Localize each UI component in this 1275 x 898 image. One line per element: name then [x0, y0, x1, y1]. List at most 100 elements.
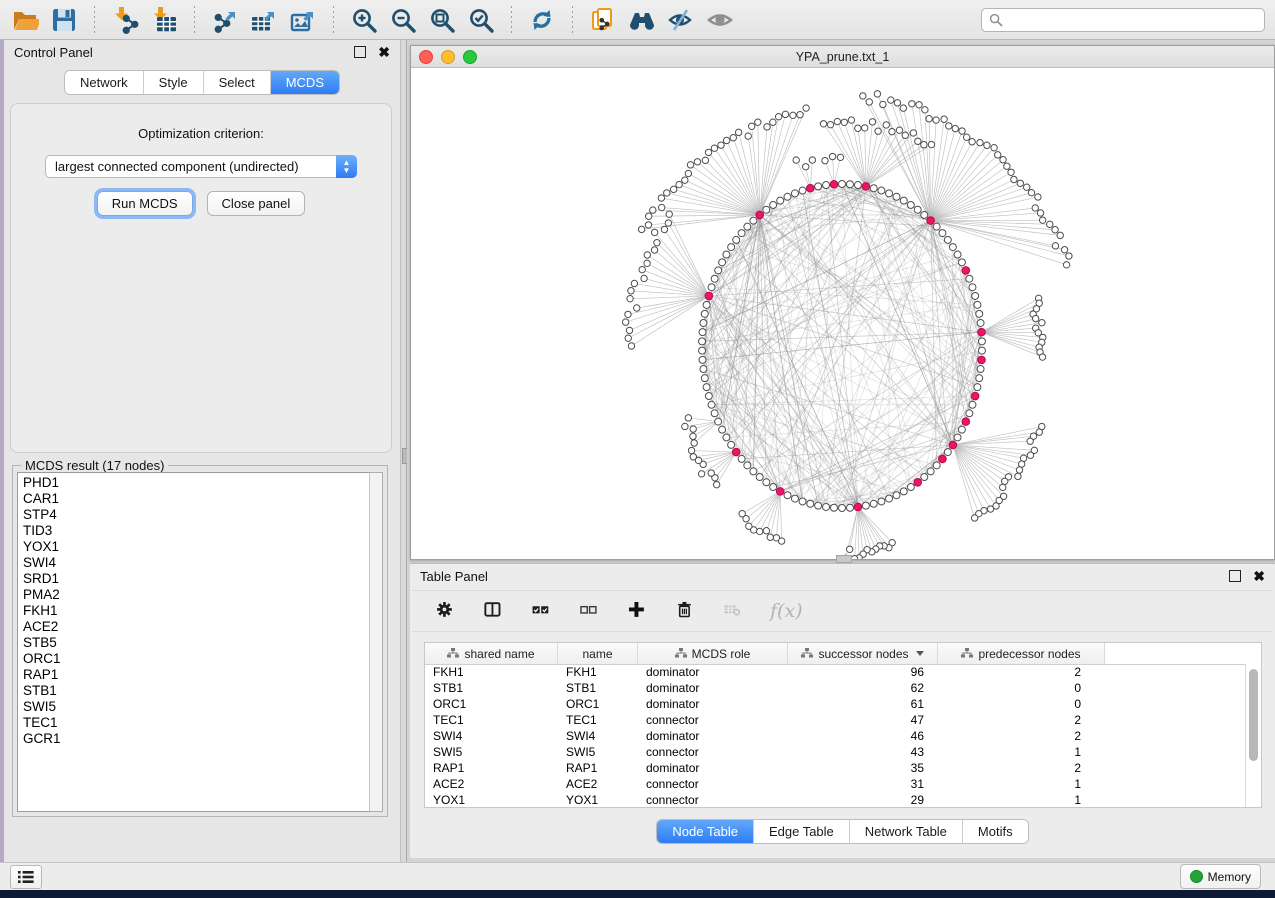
graph-leaf-node[interactable]: [1061, 247, 1067, 253]
import-table-icon[interactable]: [149, 5, 179, 35]
mcds-result-node[interactable]: ACE2: [23, 619, 370, 635]
graph-ring-node[interactable]: [708, 284, 715, 291]
graph-leaf-node[interactable]: [1000, 157, 1006, 163]
graph-leaf-node[interactable]: [928, 141, 934, 147]
graph-leaf-node[interactable]: [628, 288, 634, 294]
graph-leaf-node[interactable]: [638, 226, 644, 232]
graph-leaf-node[interactable]: [793, 157, 799, 163]
graph-ring-node[interactable]: [949, 244, 956, 251]
minimize-traffic-light-icon[interactable]: [441, 50, 455, 64]
graph-leaf-node[interactable]: [1035, 194, 1041, 200]
graph-ring-node[interactable]: [974, 301, 981, 308]
graph-ring-node[interactable]: [703, 384, 710, 391]
graph-leaf-node[interactable]: [651, 247, 657, 253]
graph-leaf-node[interactable]: [755, 119, 761, 125]
graph-ring-node[interactable]: [886, 495, 893, 502]
graph-leaf-node[interactable]: [916, 102, 922, 108]
graph-ring-node[interactable]: [763, 479, 770, 486]
graph-leaf-node[interactable]: [1047, 221, 1053, 227]
graph-ring-node[interactable]: [976, 310, 983, 317]
graph-leaf-node[interactable]: [1008, 169, 1014, 175]
graph-leaf-node[interactable]: [1000, 484, 1006, 490]
graph-leaf-node[interactable]: [874, 91, 880, 97]
hide-graphics-details-icon[interactable]: [666, 5, 696, 35]
graph-leaf-node[interactable]: [687, 162, 693, 168]
graph-leaf-node[interactable]: [658, 195, 664, 201]
graph-ring-node[interactable]: [978, 347, 985, 354]
graph-ring-node[interactable]: [893, 492, 900, 499]
graph-leaf-node[interactable]: [625, 311, 631, 317]
graph-ring-node[interactable]: [699, 329, 706, 336]
graph-leaf-node[interactable]: [848, 117, 854, 123]
graph-ring-node[interactable]: [744, 223, 751, 230]
graph-ring-node[interactable]: [846, 504, 853, 511]
graph-ring-node[interactable]: [921, 211, 928, 218]
graph-leaf-node[interactable]: [763, 528, 769, 534]
graph-leaf-node[interactable]: [698, 471, 704, 477]
graph-ring-node[interactable]: [823, 503, 830, 510]
zoom-in-icon[interactable]: [349, 5, 379, 35]
graph-ring-node[interactable]: [862, 502, 869, 509]
graph-ring-node[interactable]: [944, 449, 951, 456]
tab-mcds[interactable]: MCDS: [270, 71, 339, 94]
mcds-result-node[interactable]: SWI4: [23, 555, 370, 571]
graph-ring-node[interactable]: [907, 484, 914, 491]
graph-leaf-node[interactable]: [834, 118, 840, 124]
graph-ring-node[interactable]: [921, 474, 928, 481]
graph-leaf-node[interactable]: [650, 207, 656, 213]
table-row[interactable]: ACE2 ACE2 connector 31 1: [425, 776, 1246, 792]
graph-ring-node[interactable]: [699, 347, 706, 354]
column-header-shared-name[interactable]: shared name: [425, 643, 558, 664]
graph-leaf-node[interactable]: [690, 454, 696, 460]
graph-leaf-node[interactable]: [661, 226, 667, 232]
graph-leaf-node[interactable]: [1016, 467, 1022, 473]
graph-leaf-node[interactable]: [888, 97, 894, 103]
graph-leaf-node[interactable]: [1032, 315, 1038, 321]
graph-ring-node[interactable]: [886, 190, 893, 197]
graph-leaf-node[interactable]: [971, 515, 977, 521]
export-image-icon[interactable]: [288, 5, 318, 35]
table-row[interactable]: SWI4 SWI4 dominator 46 2: [425, 728, 1246, 744]
graph-leaf-node[interactable]: [1027, 452, 1033, 458]
mcds-result-node[interactable]: TEC1: [23, 715, 370, 731]
graph-ring-node[interactable]: [715, 267, 722, 274]
graph-mcds-node[interactable]: [927, 217, 935, 225]
graph-leaf-node[interactable]: [1015, 473, 1021, 479]
graph-leaf-node[interactable]: [631, 280, 637, 286]
graph-leaf-node[interactable]: [837, 154, 843, 160]
graph-ring-node[interactable]: [744, 462, 751, 469]
mcds-result-node[interactable]: GCR1: [23, 731, 370, 747]
close-table-panel-icon[interactable]: ✖: [1253, 571, 1265, 581]
float-table-panel-icon[interactable]: [1229, 570, 1241, 582]
show-graphics-eye-icon[interactable]: [705, 5, 735, 35]
graph-leaf-node[interactable]: [1037, 210, 1043, 216]
graph-ring-node[interactable]: [831, 504, 838, 511]
graph-ring-node[interactable]: [705, 393, 712, 400]
save-session-icon[interactable]: [49, 5, 79, 35]
column-header-name[interactable]: name: [558, 643, 638, 664]
graph-leaf-node[interactable]: [994, 152, 1000, 158]
graph-leaf-node[interactable]: [702, 157, 708, 163]
graph-ring-node[interactable]: [978, 338, 985, 345]
graph-leaf-node[interactable]: [1063, 262, 1069, 268]
float-window-icon[interactable]: [354, 46, 366, 58]
graph-leaf-node[interactable]: [1052, 243, 1058, 249]
table-row[interactable]: SWI5 SWI5 connector 43 1: [425, 744, 1246, 760]
tab-network[interactable]: Network: [65, 71, 143, 94]
graph-ring-node[interactable]: [969, 284, 976, 291]
graph-mcds-node[interactable]: [962, 418, 970, 426]
zoom-selected-icon[interactable]: [466, 5, 496, 35]
table-row[interactable]: ORC1 ORC1 dominator 61 0: [425, 696, 1246, 712]
graph-mcds-node[interactable]: [854, 503, 862, 511]
graph-leaf-node[interactable]: [645, 213, 651, 219]
graph-leaf-node[interactable]: [685, 415, 691, 421]
graph-ring-node[interactable]: [870, 500, 877, 507]
graph-leaf-node[interactable]: [1024, 184, 1030, 190]
tab-style[interactable]: Style: [143, 71, 203, 94]
graph-ring-node[interactable]: [977, 319, 984, 326]
tab-select[interactable]: Select: [203, 71, 270, 94]
mcds-result-node[interactable]: ORC1: [23, 651, 370, 667]
graph-mcds-node[interactable]: [914, 478, 922, 486]
graph-leaf-node[interactable]: [1052, 227, 1058, 233]
graph-leaf-node[interactable]: [730, 135, 736, 141]
